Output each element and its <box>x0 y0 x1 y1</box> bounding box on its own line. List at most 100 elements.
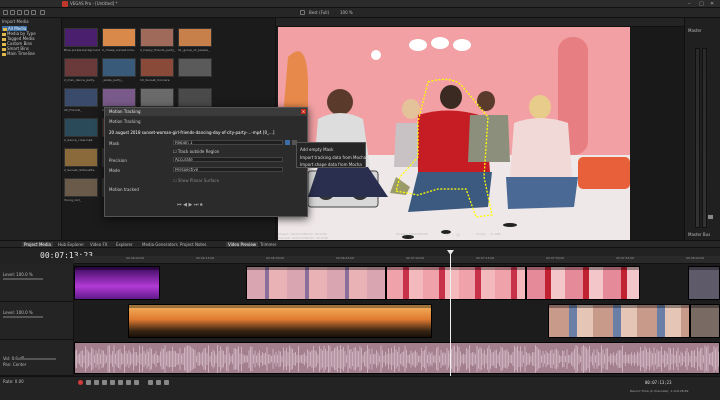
go-to-start-icon[interactable] <box>126 380 131 385</box>
track-outside-checkbox[interactable]: ☐ Track outside Region <box>173 149 219 154</box>
loop-icon[interactable] <box>86 380 91 385</box>
preview-zoom-select[interactable]: 100 % <box>340 10 353 15</box>
track-level-slider[interactable] <box>3 316 43 318</box>
save-icon[interactable] <box>17 10 22 15</box>
ruler-tick-label: 00:06:00;00 <box>126 256 145 260</box>
edit-tool-icon[interactable] <box>148 380 153 385</box>
import-media-button[interactable]: Import Media <box>2 19 29 24</box>
tab-hub-explorer[interactable]: Hub Explorer <box>56 242 86 247</box>
record-icon[interactable] <box>78 380 83 385</box>
clip-header <box>691 305 719 308</box>
explorer-tree: Import Media All Media Media by Type Tag… <box>0 18 62 240</box>
track-header-video-2[interactable]: Level: 100.0 % <box>0 302 74 340</box>
tab-trimmer[interactable]: Trimmer <box>258 242 279 247</box>
media-thumbnail[interactable] <box>64 148 98 167</box>
media-thumbnail[interactable] <box>102 88 136 107</box>
media-thumbnail-caption: Young_Girl_ <box>64 198 82 202</box>
mode-label: Mode <box>109 168 120 173</box>
media-thumbnail[interactable] <box>140 58 174 77</box>
video-clip[interactable] <box>526 266 640 300</box>
tab-project-media[interactable]: Project Media <box>22 242 53 247</box>
minimize-icon[interactable]: – <box>688 1 691 7</box>
media-thumbnail[interactable] <box>64 88 98 107</box>
media-thumbnail[interactable] <box>178 28 212 47</box>
media-thumbnail[interactable] <box>102 28 136 47</box>
media-thumbnail-caption: Blue-purple-background-VJ- <box>64 48 100 52</box>
clip-header <box>549 305 689 308</box>
menu-item-add-empty-mask[interactable]: Add empty Mask <box>300 147 333 152</box>
preview-transport: ▶ ⏸ ■ <box>446 232 460 237</box>
tab-video-preview[interactable]: Video Preview <box>226 242 259 247</box>
clip-header <box>689 267 719 270</box>
ruler-tick-label: 00:07:00;00 <box>406 256 425 260</box>
track-header-video-1[interactable]: Level: 100.0 % <box>0 264 74 302</box>
track-volume-slider[interactable] <box>16 358 56 360</box>
media-thumbnail[interactable] <box>140 28 174 47</box>
media-thumbnail[interactable] <box>102 58 136 77</box>
video-clip[interactable] <box>74 266 160 300</box>
play-icon[interactable] <box>102 380 107 385</box>
video-clip[interactable] <box>690 304 720 338</box>
menu-item-import-shape[interactable]: Import shape data from Mocha <box>300 162 362 167</box>
undo-icon[interactable] <box>24 10 29 15</box>
meter-left <box>695 48 700 228</box>
preview-quality-select[interactable]: Best (Full) <box>309 10 329 15</box>
clip-header <box>75 267 159 270</box>
envelope-tool-icon[interactable] <box>156 380 161 385</box>
new-project-icon[interactable] <box>3 10 8 15</box>
video-clip[interactable] <box>128 304 432 338</box>
media-thumbnail[interactable] <box>140 88 174 107</box>
selection-tool-icon[interactable] <box>164 380 169 385</box>
maximize-icon[interactable]: □ <box>699 1 704 7</box>
video-clip[interactable] <box>246 266 386 300</box>
media-thumbnail[interactable] <box>64 28 98 47</box>
media-thumbnail[interactable] <box>64 118 98 137</box>
tab-explorer[interactable]: Explorer <box>114 242 135 247</box>
open-icon[interactable] <box>10 10 15 15</box>
video-clip[interactable] <box>688 266 720 300</box>
track-level-slider[interactable] <box>3 278 43 280</box>
pause-icon[interactable] <box>110 380 115 385</box>
precision-select[interactable]: Accurate <box>173 157 283 162</box>
play-from-start-icon[interactable] <box>94 380 99 385</box>
ruler-tick-label: 00:08:00;00 <box>686 256 705 260</box>
track-header-audio-1[interactable]: Vol: 0.0 dB Pan: Center <box>0 340 74 376</box>
status-timecode: 00:07:13;23 <box>645 380 672 385</box>
mask-select[interactable]: Region 1 <box>173 140 283 145</box>
media-thumbnail[interactable] <box>64 178 98 197</box>
tracking-controls[interactable]: ⏮ ◀ ▶ ⏭ ⏹ <box>177 202 203 208</box>
menu-item-import-tracking[interactable]: Import tracking data from Mocha <box>300 155 366 160</box>
audio-waveform <box>75 345 719 373</box>
preview-toolbar <box>276 18 684 27</box>
preview-zoom-icon[interactable] <box>300 10 305 15</box>
media-thumbnail[interactable] <box>178 58 212 77</box>
audio-clip[interactable] <box>74 342 720 374</box>
media-thumbnail[interactable] <box>64 58 98 77</box>
show-planar-checkbox[interactable]: ☐ Show Planar Surface <box>173 178 219 183</box>
video-clip[interactable] <box>386 266 526 300</box>
media-thumbnail[interactable] <box>178 88 212 107</box>
media-thumbnail-caption: 2_happy_friends_party_ <box>140 48 176 52</box>
close-window-icon[interactable]: ✕ <box>710 1 714 7</box>
tree-item-main-timeline[interactable]: Main Timeline <box>2 51 35 56</box>
mode-select[interactable]: Perspective <box>173 167 283 172</box>
render-icon[interactable] <box>40 10 45 15</box>
video-preview-panel: ▶ ⏸ ■ Project: 1920x1080x32, 29.970p Pre… <box>276 18 684 241</box>
master-fader-handle[interactable] <box>707 214 714 220</box>
mask-add-icon[interactable] <box>285 140 290 145</box>
tab-media-generators[interactable]: Media Generators <box>140 242 180 247</box>
track-level-label: Level: 100.0 % <box>3 272 33 277</box>
timeline-ruler[interactable]: 00:06:00;00 00:06:15;00 00:06:30;00 00:06:4… <box>74 256 720 264</box>
redo-icon[interactable] <box>31 10 36 15</box>
transport-bar: Rate: 0.00 00:07:13;23 Record Time (2 ch… <box>0 376 720 400</box>
media-thumbnail-caption: 2_Sunset_Silhouette <box>64 168 95 172</box>
dialog-close-button[interactable]: × <box>301 109 306 114</box>
meter-right <box>702 48 707 228</box>
playhead-line[interactable] <box>450 252 451 376</box>
media-thumbnail-caption: 20_Friends_ <box>64 108 82 112</box>
stop-icon[interactable] <box>118 380 123 385</box>
video-clip[interactable] <box>548 304 690 338</box>
go-to-end-icon[interactable] <box>134 380 139 385</box>
tab-video-fx[interactable]: Video FX <box>88 242 110 247</box>
tab-project-notes[interactable]: Project Notes <box>178 242 209 247</box>
